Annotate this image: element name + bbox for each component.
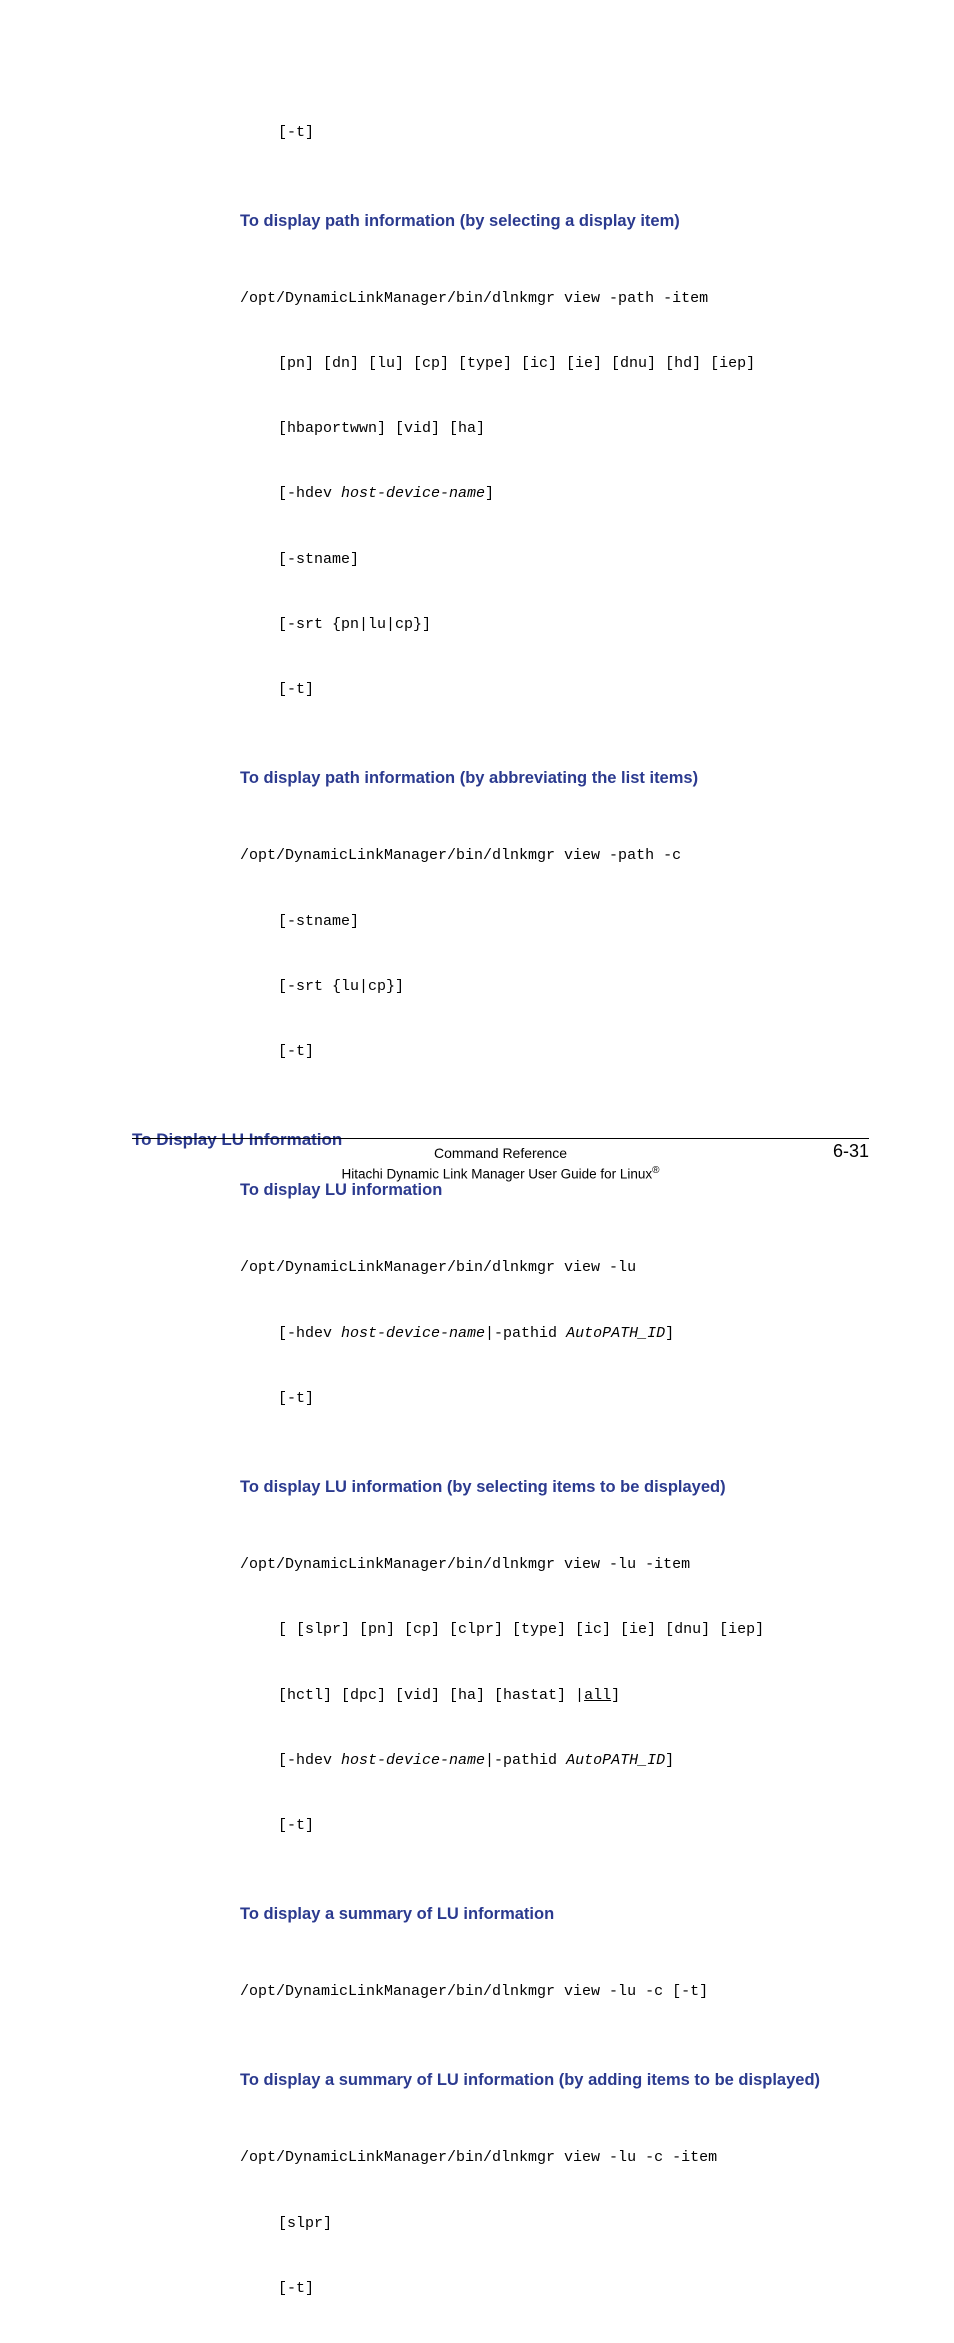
page-footer: Command Reference 6-31 Hitachi Dynamic L… — [132, 1138, 869, 1182]
code-block-3: /opt/DynamicLinkManager/bin/dlnkmgr view… — [240, 1214, 869, 1453]
code-line: [-t] — [278, 1388, 869, 1410]
code-line: [-t] — [278, 1041, 869, 1063]
code-block-0: [-t] — [240, 78, 869, 187]
code-block-1: /opt/DynamicLinkManager/bin/dlnkmgr view… — [240, 244, 869, 744]
heading-lu-info: To display LU information — [240, 1180, 869, 1201]
code-line: [-t] — [278, 2278, 869, 2300]
code-line: [-srt {pn|lu|cp}] — [278, 614, 869, 636]
code-line: [-hdev host-device-name|-pathid AutoPATH… — [278, 1750, 869, 1772]
code-block-4: /opt/DynamicLinkManager/bin/dlnkmgr view… — [240, 1511, 869, 1881]
code-line: [-hdev host-device-name] — [278, 483, 869, 505]
code-line: [hbaportwwn] [vid] [ha] — [278, 418, 869, 440]
footer-divider — [132, 1138, 869, 1139]
code-line: /opt/DynamicLinkManager/bin/dlnkmgr view… — [240, 288, 869, 310]
heading-lu-summary-add: To display a summary of LU information (… — [240, 2070, 869, 2091]
code-line: [pn] [dn] [lu] [cp] [type] [ic] [ie] [dn… — [278, 353, 869, 375]
code-line: [-t] — [278, 1815, 869, 1837]
heading-path-item: To display path information (by selectin… — [240, 211, 869, 232]
code-line: [-stname] — [278, 911, 869, 933]
code-line: /opt/DynamicLinkManager/bin/dlnkmgr view… — [240, 1257, 869, 1279]
code-block-5: /opt/DynamicLinkManager/bin/dlnkmgr view… — [240, 1938, 869, 2047]
heading-path-abbrev: To display path information (by abbrevia… — [240, 768, 869, 789]
code-line: /opt/DynamicLinkManager/bin/dlnkmgr view… — [240, 1554, 869, 1576]
code-block-2: /opt/DynamicLinkManager/bin/dlnkmgr view… — [240, 802, 869, 1107]
code-line: [hctl] [dpc] [vid] [ha] [hastat] |all] — [278, 1685, 869, 1707]
code-line: [-t] — [278, 679, 869, 701]
code-line: [ [slpr] [pn] [cp] [clpr] [type] [ic] [i… — [278, 1619, 869, 1641]
code-line: [slpr] — [278, 2213, 869, 2235]
heading-lu-item: To display LU information (by selecting … — [240, 1477, 869, 1498]
code-line: [-t] — [278, 122, 869, 144]
code-line: /opt/DynamicLinkManager/bin/dlnkmgr view… — [240, 1981, 869, 2003]
footer-guide: Hitachi Dynamic Link Manager User Guide … — [132, 1165, 869, 1182]
footer-page-number: 6-31 — [833, 1141, 869, 1162]
code-line: [-hdev host-device-name|-pathid AutoPATH… — [278, 1323, 869, 1345]
code-line: /opt/DynamicLinkManager/bin/dlnkmgr view… — [240, 845, 869, 867]
code-block-6: /opt/DynamicLinkManager/bin/dlnkmgr view… — [240, 2104, 869, 2343]
heading-lu-summary: To display a summary of LU information — [240, 1904, 869, 1925]
footer-chapter: Command Reference — [434, 1145, 567, 1161]
code-line: [-srt {lu|cp}] — [278, 976, 869, 998]
code-line: /opt/DynamicLinkManager/bin/dlnkmgr view… — [240, 2147, 869, 2169]
code-line: [-stname] — [278, 549, 869, 571]
